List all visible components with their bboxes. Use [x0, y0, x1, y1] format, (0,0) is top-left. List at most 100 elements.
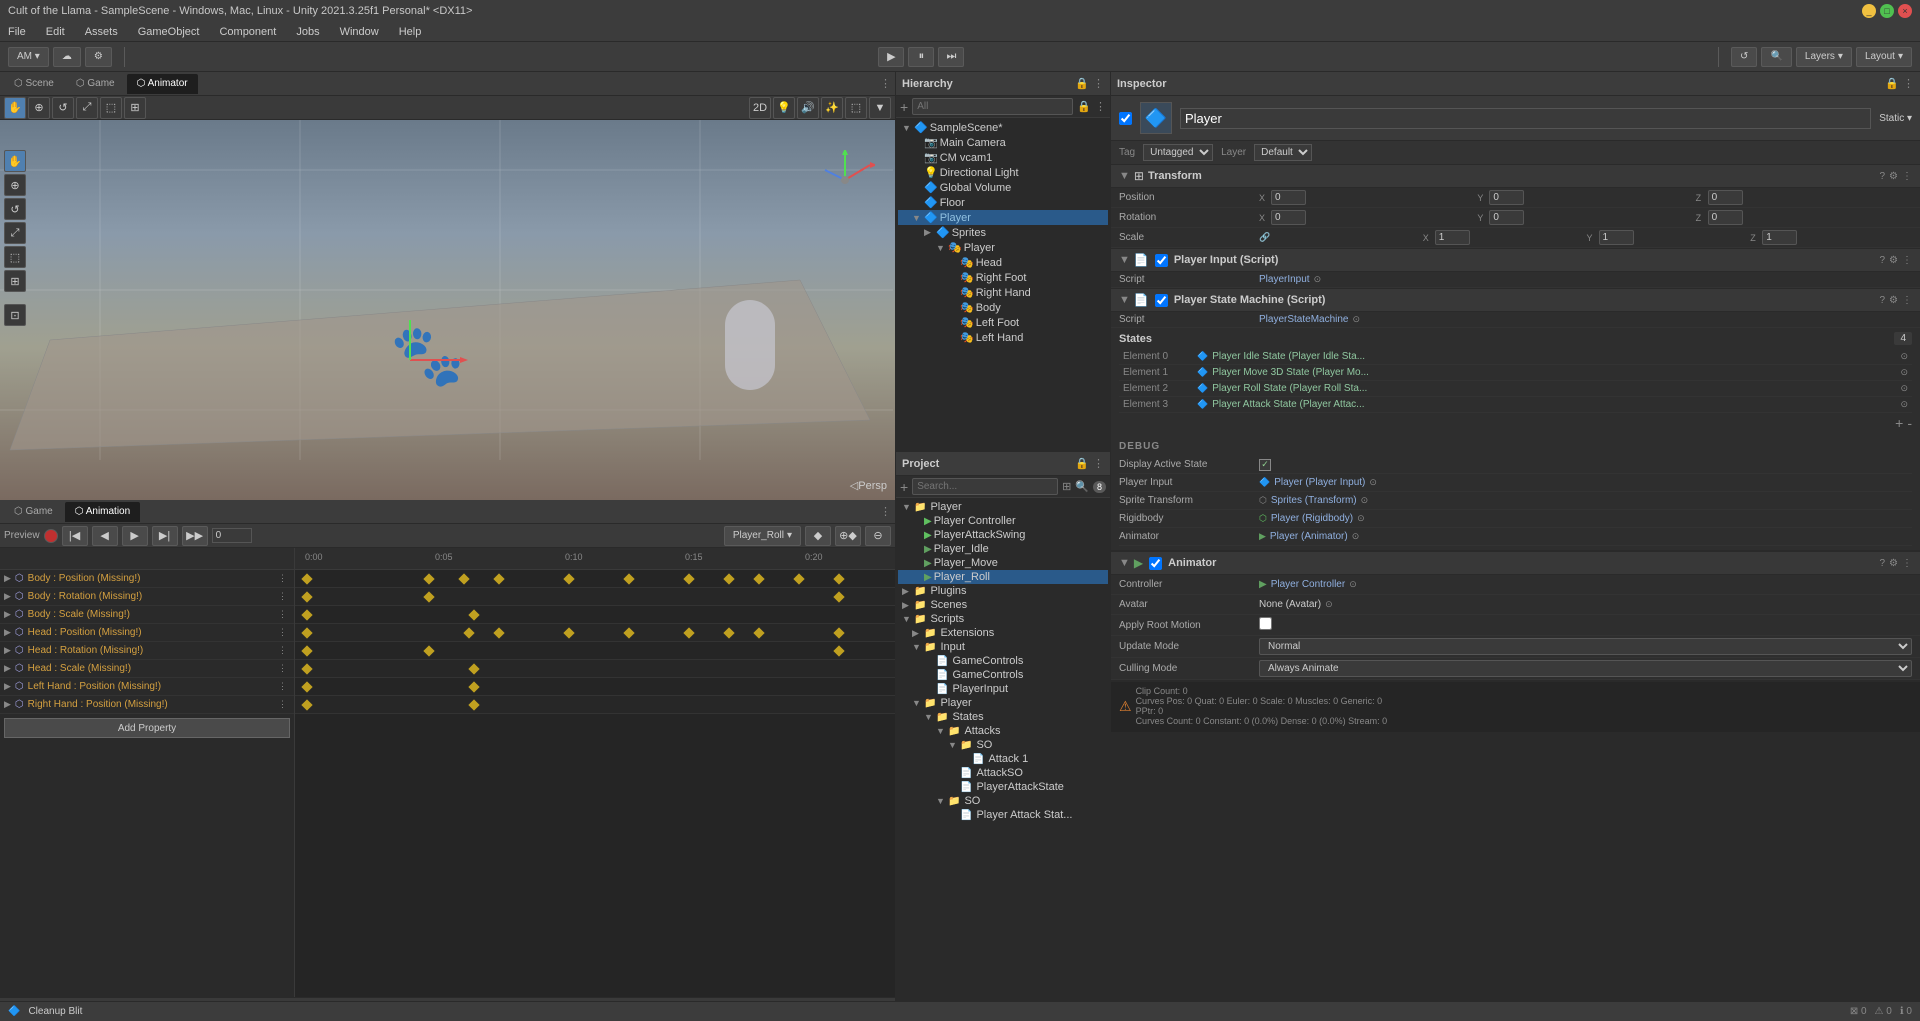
- kf-4-5[interactable]: [623, 627, 634, 638]
- rot-z-input[interactable]: [1708, 210, 1743, 225]
- transform-settings[interactable]: ⚙: [1889, 171, 1898, 182]
- project-item-playerattack[interactable]: ▶ PlayerAttackSwing: [898, 528, 1108, 542]
- states-remove-button[interactable]: -: [1907, 415, 1912, 431]
- pos-x-input[interactable]: [1271, 190, 1306, 205]
- prop-expand-6[interactable]: ▶: [4, 663, 11, 674]
- anim-menu[interactable]: ⋮: [1902, 558, 1912, 569]
- menu-window[interactable]: Window: [336, 26, 383, 38]
- kf-5-1[interactable]: [301, 645, 312, 656]
- pause-button[interactable]: ⏸: [908, 47, 934, 67]
- kf-4-1[interactable]: [301, 627, 312, 638]
- anim-forward-button[interactable]: ▶▶: [182, 526, 208, 546]
- tool-custom[interactable]: ⊞: [4, 270, 26, 292]
- kf-1-1[interactable]: [301, 573, 312, 584]
- prop-expand-5[interactable]: ▶: [4, 645, 11, 656]
- psm-target-icon[interactable]: ⊙: [1353, 314, 1361, 325]
- project-item-so2[interactable]: ▼ 📁 SO: [898, 794, 1108, 808]
- debug-checkbox[interactable]: ✓: [1259, 459, 1271, 471]
- tool-move[interactable]: ⊕: [4, 174, 26, 196]
- project-item-playerattackstate[interactable]: 📄 PlayerAttackState: [898, 780, 1108, 794]
- hierarchy-menu[interactable]: ⋮: [1093, 77, 1104, 90]
- project-item-input[interactable]: ▼ 📁 Input: [898, 640, 1108, 654]
- info-count[interactable]: ℹ 0: [1900, 1006, 1912, 1017]
- light-button[interactable]: 💡: [773, 97, 795, 119]
- stats-button[interactable]: ▼: [869, 97, 891, 119]
- hierarchy-lock2[interactable]: 🔒: [1077, 100, 1091, 113]
- menu-assets[interactable]: Assets: [81, 26, 122, 38]
- close-button[interactable]: ×: [1898, 4, 1912, 18]
- debug-sprite-link[interactable]: ⊙: [1361, 495, 1369, 506]
- pi-help[interactable]: ?: [1879, 255, 1885, 266]
- project-item-attackso[interactable]: 📄 AttackSO: [898, 766, 1108, 780]
- apply-root-checkbox[interactable]: [1259, 617, 1272, 630]
- pi-active-checkbox[interactable]: [1155, 254, 1168, 267]
- pos-z-input[interactable]: [1708, 190, 1743, 205]
- project-item-plugins[interactable]: ▶ 📁 Plugins: [898, 584, 1108, 598]
- menu-gameobject[interactable]: GameObject: [134, 26, 204, 38]
- kf-1-6[interactable]: [623, 573, 634, 584]
- settings-button[interactable]: ⚙: [85, 47, 112, 67]
- anim-prev-button[interactable]: ◀: [92, 526, 118, 546]
- window-controls[interactable]: _ □ ×: [1862, 4, 1912, 18]
- project-item-attack1[interactable]: 📄 Attack 1: [898, 752, 1108, 766]
- project-item-playerinput[interactable]: 📄 PlayerInput: [898, 682, 1108, 696]
- 2d-button[interactable]: 2D: [749, 97, 771, 119]
- kf-1-2[interactable]: [423, 573, 434, 584]
- prop-menu-3[interactable]: ⋮: [278, 609, 290, 621]
- object-name-input[interactable]: [1180, 108, 1871, 129]
- hierarchy-item-maincam[interactable]: 📷 Main Camera: [898, 135, 1108, 150]
- kf-1-3[interactable]: [458, 573, 469, 584]
- tab-animator[interactable]: ⬡ Animator: [127, 74, 198, 94]
- prop-menu-6[interactable]: ⋮: [278, 663, 290, 675]
- hierarchy-add-button[interactable]: +: [900, 99, 908, 115]
- layer-select[interactable]: Default: [1254, 144, 1312, 161]
- anim-record-button[interactable]: [44, 529, 58, 543]
- project-item-scenes[interactable]: ▶ 📁 Scenes: [898, 598, 1108, 612]
- tool-pivot[interactable]: ⊡: [4, 304, 26, 326]
- kf-4-8[interactable]: [753, 627, 764, 638]
- hierarchy-item-sprites[interactable]: ▶ 🔷 Sprites: [898, 225, 1108, 240]
- project-filter2[interactable]: 🔍: [1075, 480, 1089, 493]
- anim-add-key-button[interactable]: ⊕◆: [835, 526, 861, 546]
- kf-5-2[interactable]: [423, 645, 434, 656]
- prop-menu-4[interactable]: ⋮: [278, 627, 290, 639]
- debug-pi-link[interactable]: ⊙: [1369, 477, 1377, 488]
- anim-time-input[interactable]: [212, 528, 252, 543]
- kf-2-3[interactable]: [833, 591, 844, 602]
- state-target-2[interactable]: ⊙: [1900, 383, 1908, 394]
- pi-target-icon[interactable]: ⊙: [1314, 274, 1322, 285]
- kf-4-4[interactable]: [563, 627, 574, 638]
- anim-clip-select[interactable]: Player_Roll ▾: [724, 526, 801, 546]
- kf-1-8[interactable]: [723, 573, 734, 584]
- prop-expand-1[interactable]: ▶: [4, 573, 11, 584]
- hierarchy-item-floor[interactable]: 🔷 Floor: [898, 195, 1108, 210]
- project-search[interactable]: [912, 478, 1058, 495]
- hierarchy-lock[interactable]: 🔒: [1075, 77, 1089, 90]
- prop-menu-8[interactable]: ⋮: [278, 699, 290, 711]
- tab-game[interactable]: ⬡ Game: [66, 74, 125, 94]
- project-lock[interactable]: 🔒: [1075, 457, 1089, 470]
- hierarchy-item-globalvol[interactable]: 🔷 Global Volume: [898, 180, 1108, 195]
- project-item-player[interactable]: ▼ 📁 Player: [898, 500, 1108, 514]
- scale-z-input[interactable]: [1762, 230, 1797, 245]
- hierarchy-item-player2[interactable]: ▼ 🎭 Player: [898, 240, 1108, 255]
- warning-count[interactable]: ⚠ 0: [1875, 1006, 1892, 1017]
- anim-del-key-button[interactable]: ⊖: [865, 526, 891, 546]
- pos-y-input[interactable]: [1489, 190, 1524, 205]
- search-button[interactable]: 🔍: [1761, 47, 1791, 67]
- hierarchy-item-player[interactable]: ▼ 🔷 Player: [898, 210, 1108, 225]
- project-item-states[interactable]: ▼ 📁 States: [898, 710, 1108, 724]
- psm-settings[interactable]: ⚙: [1889, 295, 1898, 306]
- transform-tool[interactable]: ⊞: [124, 97, 146, 119]
- rect-tool[interactable]: ⬚: [100, 97, 122, 119]
- kf-1-9[interactable]: [753, 573, 764, 584]
- project-menu[interactable]: ⋮: [1093, 457, 1104, 470]
- rotate-tool[interactable]: ↺: [52, 97, 74, 119]
- kf-2-1[interactable]: [301, 591, 312, 602]
- hierarchy-item-leftfoot[interactable]: 🎭 Left Foot: [898, 315, 1108, 330]
- step-button[interactable]: ⏭: [938, 47, 964, 67]
- ctrl-target[interactable]: ⊙: [1349, 579, 1357, 590]
- kf-2-2[interactable]: [423, 591, 434, 602]
- project-add-button[interactable]: +: [900, 479, 908, 495]
- inspector-lock[interactable]: 🔒: [1885, 77, 1899, 90]
